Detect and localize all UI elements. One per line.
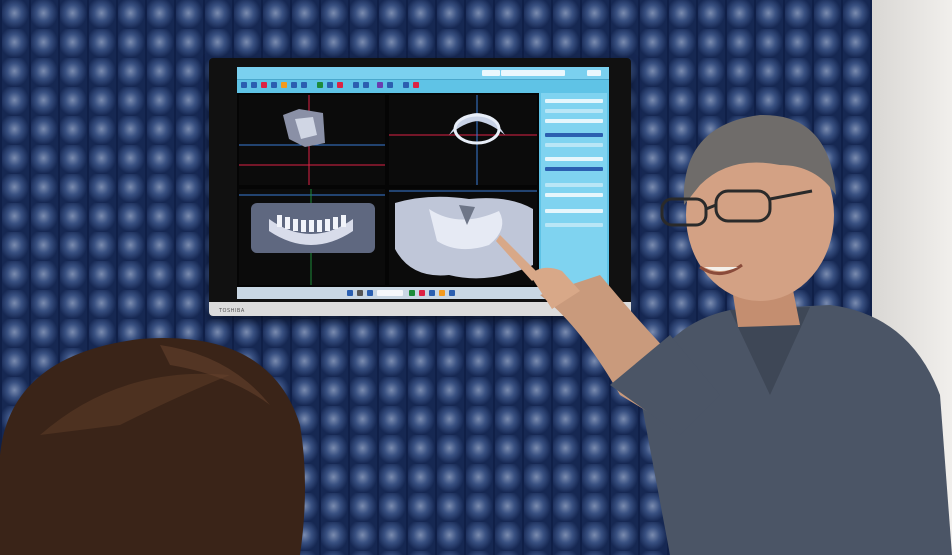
taskbar-icon <box>347 290 353 296</box>
taskbar-icon <box>419 290 425 296</box>
tool-icon <box>241 82 247 88</box>
sagittal-view <box>239 95 385 185</box>
tool-icon <box>403 82 409 88</box>
taskbar-search <box>377 290 403 296</box>
panoramic-view <box>239 189 385 285</box>
taskbar-icon <box>439 290 445 296</box>
title-chip <box>587 70 601 76</box>
tool-icon <box>337 82 343 88</box>
title-chip <box>501 70 565 76</box>
photo-scene: TOSHIBA <box>0 0 952 555</box>
tool-icon <box>413 82 419 88</box>
tool-icon <box>387 82 393 88</box>
tool-icon <box>327 82 333 88</box>
tool-icon <box>377 82 383 88</box>
monitor-brand-logo: TOSHIBA <box>219 308 245 314</box>
tool-icon <box>363 82 369 88</box>
taskbar-icon <box>449 290 455 296</box>
tool-icon <box>251 82 257 88</box>
toolbar <box>237 80 537 90</box>
taskbar-icon <box>409 290 415 296</box>
tool-icon <box>353 82 359 88</box>
patient-back-of-head <box>0 338 305 555</box>
tool-icon <box>261 82 267 88</box>
title-chip <box>482 70 500 76</box>
tool-icon <box>317 82 323 88</box>
tool-icon <box>271 82 277 88</box>
app-title-bar <box>237 67 609 80</box>
taskbar-icon <box>429 290 435 296</box>
tool-icon <box>291 82 297 88</box>
dentist-pointing <box>496 114 952 555</box>
taskbar-icon <box>367 290 373 296</box>
tool-icon <box>281 82 287 88</box>
taskbar-icon <box>357 290 363 296</box>
tool-icon <box>301 82 307 88</box>
